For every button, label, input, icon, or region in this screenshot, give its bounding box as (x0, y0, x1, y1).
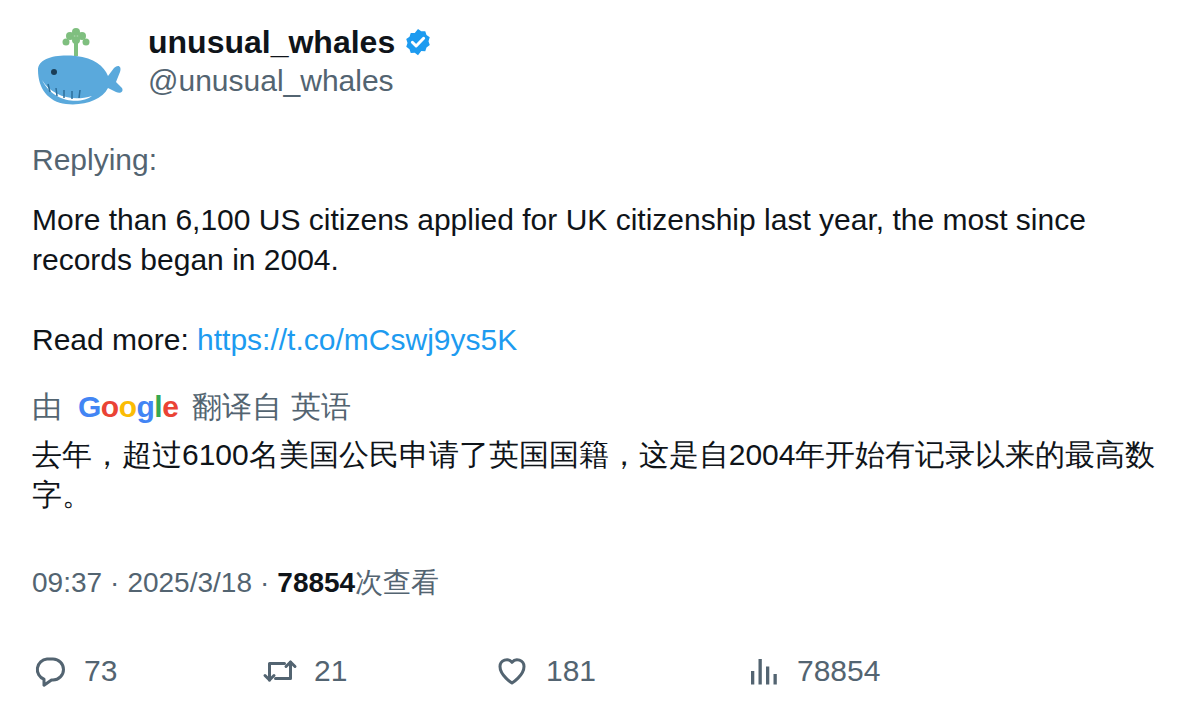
like-count: 181 (546, 651, 596, 691)
google-logo: Google (78, 387, 178, 427)
translated-text: 去年，超过6100名美国公民申请了英国国籍，这是自2004年开始有记录以来的最高… (32, 435, 1166, 515)
reply-icon (32, 653, 68, 689)
avatar-icon (32, 22, 124, 114)
reply-count: 73 (84, 651, 117, 691)
like-icon (494, 653, 530, 689)
tweet-text: More than 6,100 US citizens applied for … (32, 200, 1166, 280)
read-more: Read more: https://t.co/mCswj9ys5K (32, 320, 1166, 360)
author-name[interactable]: unusual_whales (148, 22, 395, 62)
read-more-link[interactable]: https://t.co/mCswj9ys5K (197, 323, 517, 356)
views-count: 78854 (797, 651, 880, 691)
retweet-count: 21 (314, 651, 347, 691)
action-bar: 73 21 181 78854 (32, 651, 1166, 691)
retweet-button[interactable]: 21 (262, 651, 494, 691)
tweet-meta: 09:37·2025/3/18·78854次查看 (32, 563, 1166, 603)
tweet-header: unusual_whales@unusual_whales (32, 22, 1166, 114)
author[interactable]: unusual_whales@unusual_whales (148, 22, 433, 100)
like-button[interactable]: 181 (494, 651, 745, 691)
separator: · (260, 563, 269, 603)
author-handle[interactable]: @unusual_whales (148, 62, 433, 100)
translation-prefix: 由 (32, 387, 62, 427)
views-button[interactable]: 78854 (745, 651, 985, 691)
view-count: 78854次查看 (277, 563, 439, 603)
translation-source: 翻译自 英语 (192, 387, 350, 427)
translation-bar[interactable]: 由 Google 翻译自 英语 (32, 387, 1166, 427)
read-more-label: Read more: (32, 323, 197, 356)
reply-button[interactable]: 73 (32, 651, 262, 691)
views-icon (745, 653, 781, 689)
verified-icon (395, 27, 433, 57)
tweet-time[interactable]: 09:37 (32, 563, 102, 603)
separator: · (110, 563, 119, 603)
views-number: 78854 (277, 567, 355, 598)
tweet-date[interactable]: 2025/3/18 (127, 563, 252, 603)
retweet-icon (262, 653, 298, 689)
views-label: 次查看 (355, 567, 439, 598)
reply-label: Replying: (32, 140, 1166, 180)
